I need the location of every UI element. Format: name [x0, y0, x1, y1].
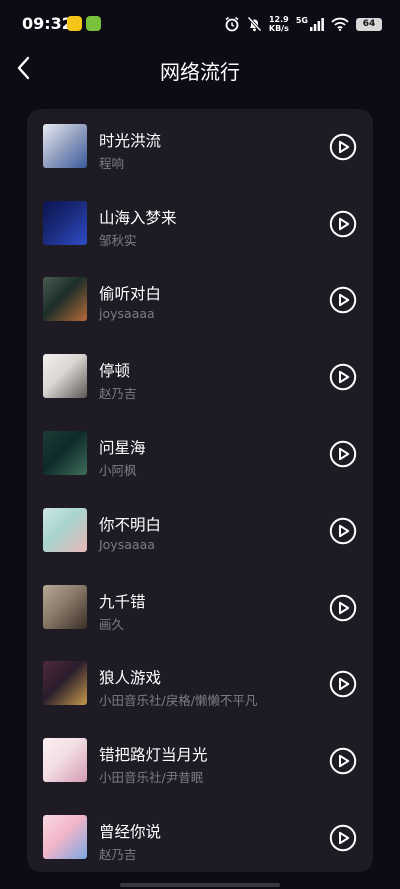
play-button[interactable] [329, 670, 357, 698]
song-row[interactable]: 时光洪流 程响 [27, 109, 373, 185]
play-button[interactable] [329, 824, 357, 852]
play-circle-icon [329, 670, 357, 698]
network-speed-value: 12.9 [268, 15, 289, 24]
album-cover [43, 201, 87, 245]
album-cover [43, 661, 87, 705]
play-circle-icon [329, 824, 357, 852]
song-row[interactable]: 山海入梦来 邹秋实 [27, 186, 373, 262]
album-cover [43, 508, 87, 552]
play-button[interactable] [329, 517, 357, 545]
song-artist: 邹秋实 [99, 233, 137, 248]
song-artist: 小田音乐社/尹昔眠 [99, 770, 204, 785]
album-cover [43, 738, 87, 782]
play-circle-icon [329, 747, 357, 775]
notification-app-icon [67, 16, 82, 31]
song-row[interactable]: 停顿 赵乃吉 [27, 339, 373, 415]
play-button[interactable] [329, 594, 357, 622]
play-circle-icon [329, 210, 357, 238]
play-button[interactable] [329, 210, 357, 238]
header: 网络流行 [0, 48, 400, 92]
song-title: 狼人游戏 [99, 669, 162, 687]
song-title: 问星海 [99, 439, 146, 457]
play-circle-icon [329, 286, 357, 314]
network-type-label: 5G [295, 15, 308, 25]
song-artist: joysaaaa [99, 306, 155, 321]
gesture-bar[interactable] [120, 883, 280, 887]
album-cover [43, 277, 87, 321]
mute-bell-icon [247, 16, 262, 32]
status-bar: 09:32 12.9 KB/s 5G 64 [0, 0, 400, 48]
play-circle-icon [329, 440, 357, 468]
signal-bars-icon [310, 17, 324, 31]
album-cover [43, 815, 87, 859]
notification-game-icon [86, 16, 101, 31]
song-artist: 小阿枫 [99, 463, 137, 478]
song-row[interactable]: 错把路灯当月光 小田音乐社/尹昔眠 [27, 723, 373, 799]
play-circle-icon [329, 517, 357, 545]
song-list: 时光洪流 程响 山海入梦来 邹秋实 偷听对白 joysaaaa 停顿 赵乃吉 问星海 小阿枫 你不明… [27, 109, 373, 872]
song-row[interactable]: 你不明白 Joysaaaa [27, 493, 373, 569]
song-artist: 画久 [99, 617, 125, 632]
alarm-icon [225, 16, 239, 32]
song-title: 山海入梦来 [99, 209, 177, 227]
play-circle-icon [329, 594, 357, 622]
song-row[interactable]: 偷听对白 joysaaaa [27, 262, 373, 338]
song-artist: Joysaaaa [99, 537, 155, 552]
song-artist: 小田音乐社/戾格/懒懒不平凡 [99, 693, 258, 708]
song-title: 九千错 [99, 593, 146, 611]
wifi-icon [331, 17, 349, 31]
song-row[interactable]: 九千错 画久 [27, 570, 373, 646]
play-button[interactable] [329, 286, 357, 314]
page-title: 网络流行 [160, 60, 240, 84]
song-row[interactable]: 曾经你说 赵乃吉 [27, 800, 373, 872]
song-title: 错把路灯当月光 [99, 746, 208, 764]
album-cover [43, 354, 87, 398]
battery-level: 64 [362, 18, 376, 29]
album-cover [43, 431, 87, 475]
network-speed: 12.9 KB/s [269, 15, 289, 33]
album-cover [43, 124, 87, 168]
play-button[interactable] [329, 747, 357, 775]
song-row[interactable]: 狼人游戏小田音乐社/戾格/懒懒不平凡 [27, 646, 373, 722]
play-circle-icon [329, 133, 357, 161]
song-title: 曾经你说 [99, 823, 162, 841]
status-time: 09:32 [22, 14, 73, 33]
song-row[interactable]: 问星海 小阿枫 [27, 416, 373, 492]
song-title: 偷听对白 [99, 285, 162, 303]
play-circle-icon [329, 363, 357, 391]
album-cover [43, 585, 87, 629]
song-title: 你不明白 [99, 516, 162, 534]
song-artist: 赵乃吉 [99, 847, 137, 862]
song-artist: 程响 [99, 156, 125, 171]
play-button[interactable] [329, 440, 357, 468]
battery-indicator: 64 [356, 17, 382, 31]
song-artist: 赵乃吉 [99, 386, 137, 401]
play-button[interactable] [329, 133, 357, 161]
status-icons: 12.9 KB/s 5G 64 [224, 13, 382, 35]
song-title: 时光洪流 [99, 132, 162, 150]
network-speed-unit: KB/s [268, 24, 289, 33]
song-title: 停顿 [99, 362, 131, 380]
play-button[interactable] [329, 363, 357, 391]
